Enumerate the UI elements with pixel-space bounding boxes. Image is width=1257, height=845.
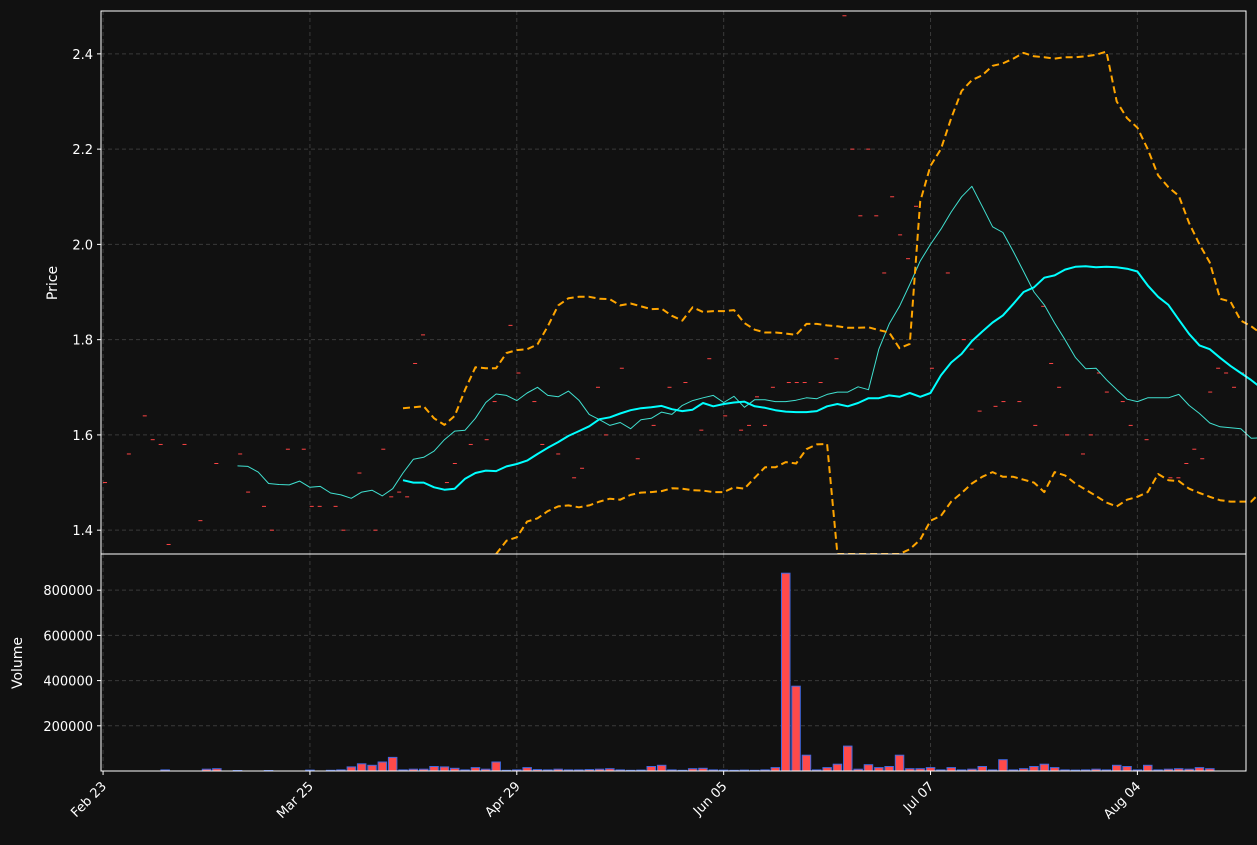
price-tick-label: 1.8 (72, 334, 93, 349)
volume-tick-label: 400000 (43, 675, 93, 690)
volume-bar (792, 686, 801, 771)
volume-bar (378, 762, 387, 771)
volume-bar (440, 767, 449, 771)
volume-bar (978, 767, 987, 772)
volume-bar (864, 765, 873, 771)
volume-bar (875, 768, 884, 771)
price-plot-area (101, 11, 1246, 554)
volume-bar (833, 764, 842, 771)
volume-bar (1123, 767, 1132, 772)
volume-bar (523, 768, 532, 771)
volume-bar (1144, 765, 1153, 771)
volume-bar (926, 768, 935, 771)
volume-bar (771, 768, 780, 771)
volume-bar (1040, 764, 1049, 771)
volume-bar (388, 757, 397, 771)
volume-plot-area (101, 554, 1246, 771)
volume-bar (1195, 768, 1204, 771)
volume-panel: 200000 400000 600000 800000 Volume (10, 554, 1246, 771)
volume-y-axis-label: Volume (10, 637, 26, 689)
volume-bar (492, 762, 501, 771)
price-tick-label: 2.2 (72, 143, 93, 158)
price-tick-label: 1.4 (72, 524, 93, 539)
volume-bar (1050, 768, 1059, 771)
volume-bar (885, 767, 894, 772)
volume-bar (1113, 765, 1122, 771)
volume-bar (895, 755, 904, 771)
volume-bar (999, 760, 1008, 771)
price-y-axis-label: Price (45, 266, 61, 300)
volume-bar (782, 573, 791, 771)
volume-bar (471, 768, 480, 771)
volume-tick-label: 200000 (43, 720, 93, 735)
volume-bar (647, 767, 656, 772)
price-tick-label: 1.6 (72, 429, 93, 444)
volume-bar (823, 768, 832, 771)
volume-bar (657, 765, 666, 771)
volume-bar (844, 746, 853, 771)
price-tick-label: 2.4 (72, 48, 93, 63)
price-panel: 1.4 1.6 1.8 2.0 2.2 2.4 Price (45, 11, 1257, 554)
chart-figure: 1.4 1.6 1.8 2.0 2.2 2.4 Price 200000 400000 600… (0, 0, 1257, 841)
volume-bar (368, 765, 377, 771)
volume-bar (430, 767, 439, 772)
volume-bar (347, 767, 356, 771)
volume-tick-label: 800000 (43, 584, 93, 599)
volume-bar (947, 768, 956, 771)
volume-bar (357, 764, 366, 771)
volume-bar (802, 755, 811, 771)
price-tick-label: 2.0 (72, 238, 93, 253)
volume-tick-label: 600000 (43, 629, 93, 644)
volume-bar (1030, 767, 1039, 772)
price-volume-chart: 1.4 1.6 1.8 2.0 2.2 2.4 Price 200000 400000 600… (0, 0, 1257, 841)
